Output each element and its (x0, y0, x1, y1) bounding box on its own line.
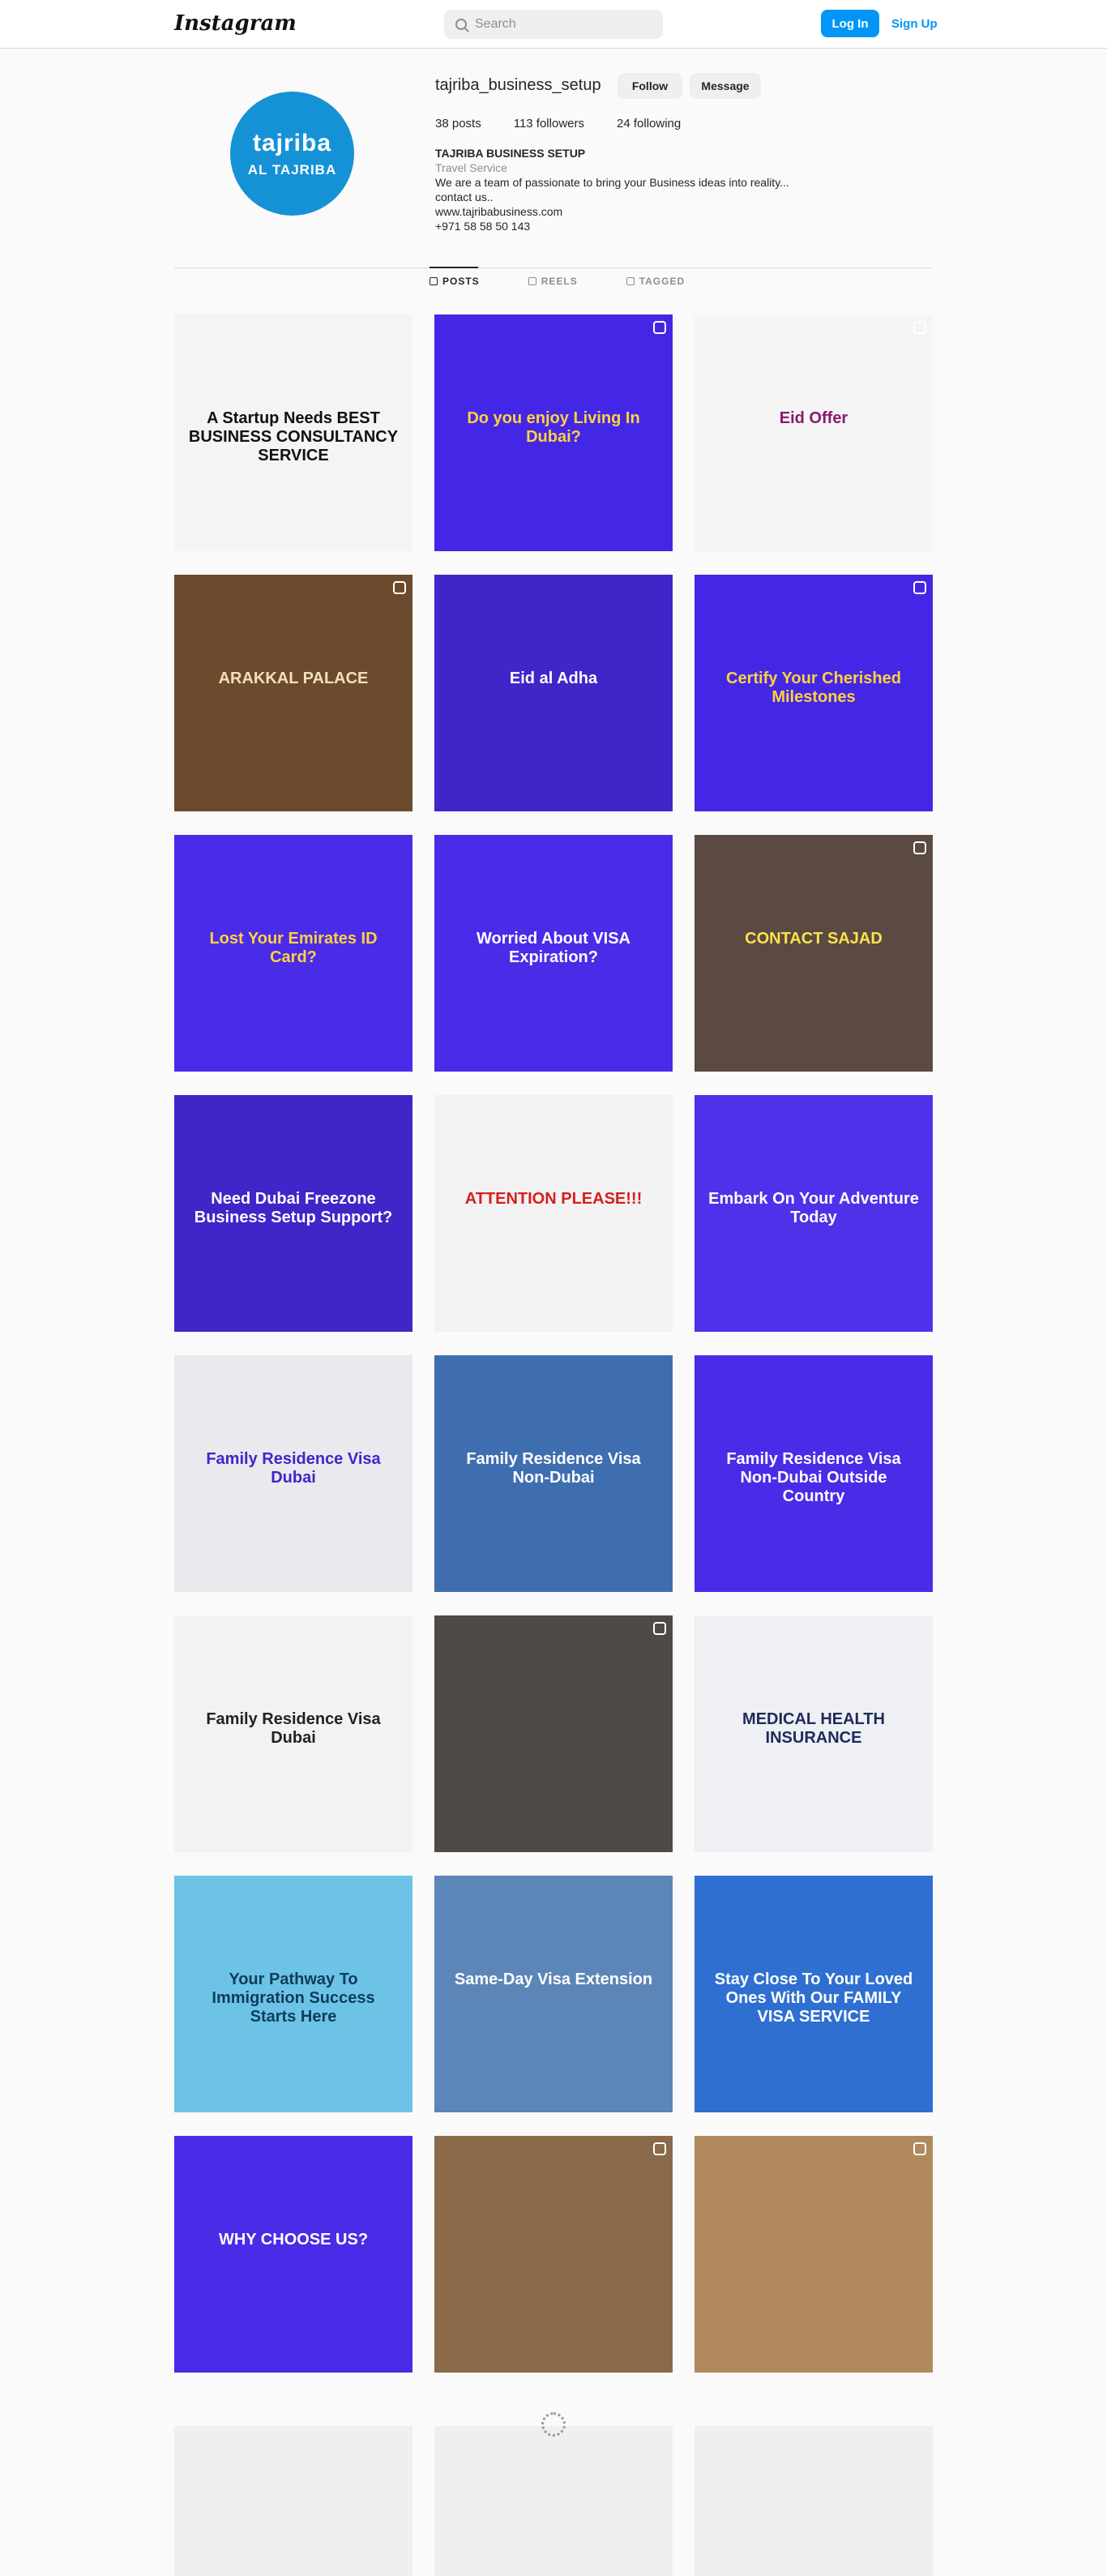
post-caption-text: Need Dubai Freezone Business Setup Suppo… (194, 1189, 393, 1226)
post-caption-text: Embark On Your Adventure Today (708, 1189, 919, 1226)
post-tile[interactable]: Family Residence Visa Dubai (174, 1355, 412, 1592)
post-caption-text: Lost Your Emirates ID Card? (209, 929, 378, 966)
reel-icon (913, 581, 926, 594)
tab-posts-label: POSTS (442, 276, 480, 287)
post-caption-text: Family Residence Visa Non-Dubai Outside … (726, 1449, 901, 1505)
bio-text-2: contact us.. (435, 190, 494, 203)
grid-icon (430, 277, 438, 285)
post-tile[interactable]: MEDICAL HEALTH INSURANCE (695, 1615, 933, 1852)
post-caption-text: CONTACT SAJAD (745, 929, 883, 948)
following-count[interactable]: 24 following (617, 117, 681, 131)
post-tile[interactable] (434, 1615, 673, 1852)
post-tile[interactable]: WHY CHOOSE US? (174, 2136, 412, 2373)
post-caption-text: Eid Offer (779, 409, 848, 427)
loading-post-placeholder (695, 2426, 933, 2576)
post-tile[interactable]: ATTENTION PLEASE!!! (434, 1095, 673, 1332)
post-caption-text: Do you enjoy Living In Dubai? (467, 409, 640, 446)
post-caption-text: Family Residence Visa Dubai (206, 1709, 381, 1747)
post-tile[interactable]: Your Pathway To Immigration Success Star… (174, 1876, 412, 2112)
tab-posts[interactable]: POSTS (430, 276, 480, 287)
loading-post-placeholder (174, 2426, 412, 2576)
post-tile[interactable]: Family Residence Visa Dubai (174, 1615, 412, 1852)
post-caption-text: ATTENTION PLEASE!!! (464, 1189, 643, 1208)
post-tile[interactable]: Worried About VISA Expiration? (434, 835, 673, 1072)
signup-link[interactable]: Sign Up (891, 10, 938, 37)
post-caption-text: ARAKKAL PALACE (218, 669, 369, 687)
reel-icon (913, 2142, 926, 2155)
post-tile[interactable]: ARAKKAL PALACE (174, 575, 412, 811)
profile-stats: 38 posts 113 followers 24 following (435, 117, 681, 131)
post-tile[interactable]: Eid Offer (695, 315, 933, 551)
post-caption-text: Family Residence Visa Dubai (206, 1449, 381, 1487)
phone-text: +971 58 58 50 143 (435, 220, 531, 233)
follow-button[interactable]: Follow (618, 73, 682, 99)
profile-divider (174, 267, 933, 268)
post-tile[interactable]: Eid al Adha (434, 575, 673, 811)
tab-tagged-label: TAGGED (639, 276, 686, 287)
post-caption-text: Same-Day Visa Extension (454, 1970, 653, 1988)
post-tile[interactable]: Need Dubai Freezone Business Setup Suppo… (174, 1095, 412, 1332)
search-icon (455, 19, 467, 30)
reel-icon (393, 581, 406, 594)
profile-tabs: POSTS REELS TAGGED (430, 276, 685, 287)
website-link[interactable]: www.tajribabusiness.com (435, 204, 789, 219)
tab-reels[interactable]: REELS (528, 276, 578, 287)
top-navigation-bar: Instagram Search Log In Sign Up (0, 0, 1107, 49)
loading-spinner-icon (541, 2412, 566, 2437)
reel-icon (913, 841, 926, 854)
avatar-brand-text: tajriba (252, 129, 332, 156)
instagram-logo[interactable]: Instagram (174, 11, 297, 36)
post-caption-text: MEDICAL HEALTH INSURANCE (742, 1709, 885, 1747)
bio-text: We are a team of passionate to bring you… (435, 176, 789, 189)
post-tile[interactable]: Embark On Your Adventure Today (695, 1095, 933, 1332)
post-tile[interactable]: Family Residence Visa Non-Dubai (434, 1355, 673, 1592)
post-tile[interactable]: A Startup Needs BEST BUSINESS CONSULTANC… (174, 315, 412, 551)
post-tile[interactable]: Lost Your Emirates ID Card? (174, 835, 412, 1072)
reel-icon (913, 321, 926, 334)
post-caption-text: Worried About VISA Expiration? (477, 929, 630, 966)
post-caption-text: Family Residence Visa Non-Dubai (466, 1449, 641, 1487)
message-button[interactable]: Message (690, 73, 761, 99)
profile-avatar[interactable]: tajriba AL TAJRIBA (230, 92, 354, 216)
post-tile[interactable]: CONTACT SAJAD (695, 835, 933, 1072)
post-caption-text: A Startup Needs BEST BUSINESS CONSULTANC… (188, 409, 399, 464)
post-caption-text: Your Pathway To Immigration Success Star… (212, 1970, 375, 2026)
followers-count[interactable]: 113 followers (514, 117, 584, 131)
posts-count: 38 posts (435, 117, 481, 131)
post-tile[interactable]: Stay Close To Your Loved Ones With Our F… (695, 1876, 933, 2112)
reel-icon (653, 321, 666, 334)
post-tile[interactable]: Same-Day Visa Extension (434, 1876, 673, 2112)
profile-bio: TAJRIBA BUSINESS SETUP Travel Service We… (435, 146, 789, 233)
loading-post-placeholder (434, 2426, 673, 2576)
tab-tagged[interactable]: TAGGED (626, 276, 685, 287)
avatar-subtitle: AL TAJRIBA (247, 161, 337, 178)
post-tile[interactable] (695, 2136, 933, 2373)
post-caption-text: WHY CHOOSE US? (218, 2230, 369, 2249)
profile-username: tajriba_business_setup (435, 76, 601, 94)
reel-icon (653, 1622, 666, 1635)
login-button[interactable]: Log In (821, 10, 879, 37)
post-tile[interactable]: Certify Your Cherished Milestones (695, 575, 933, 811)
search-input[interactable]: Search (444, 10, 663, 39)
profile-category: Travel Service (435, 161, 507, 174)
post-caption-text: Eid al Adha (509, 669, 598, 687)
post-caption-text: Certify Your Cherished Milestones (726, 669, 901, 706)
post-tile[interactable]: Do you enjoy Living In Dubai? (434, 315, 673, 551)
tagged-icon (626, 277, 635, 285)
profile-full-name: TAJRIBA BUSINESS SETUP (435, 147, 586, 160)
post-tile[interactable] (434, 2136, 673, 2373)
search-placeholder: Search (475, 17, 516, 31)
post-caption-text: Stay Close To Your Loved Ones With Our F… (714, 1970, 913, 2026)
reel-icon (653, 2142, 666, 2155)
reels-icon (528, 277, 536, 285)
post-tile[interactable]: Family Residence Visa Non-Dubai Outside … (695, 1355, 933, 1592)
tab-reels-label: REELS (541, 276, 578, 287)
active-tab-indicator (430, 267, 478, 268)
